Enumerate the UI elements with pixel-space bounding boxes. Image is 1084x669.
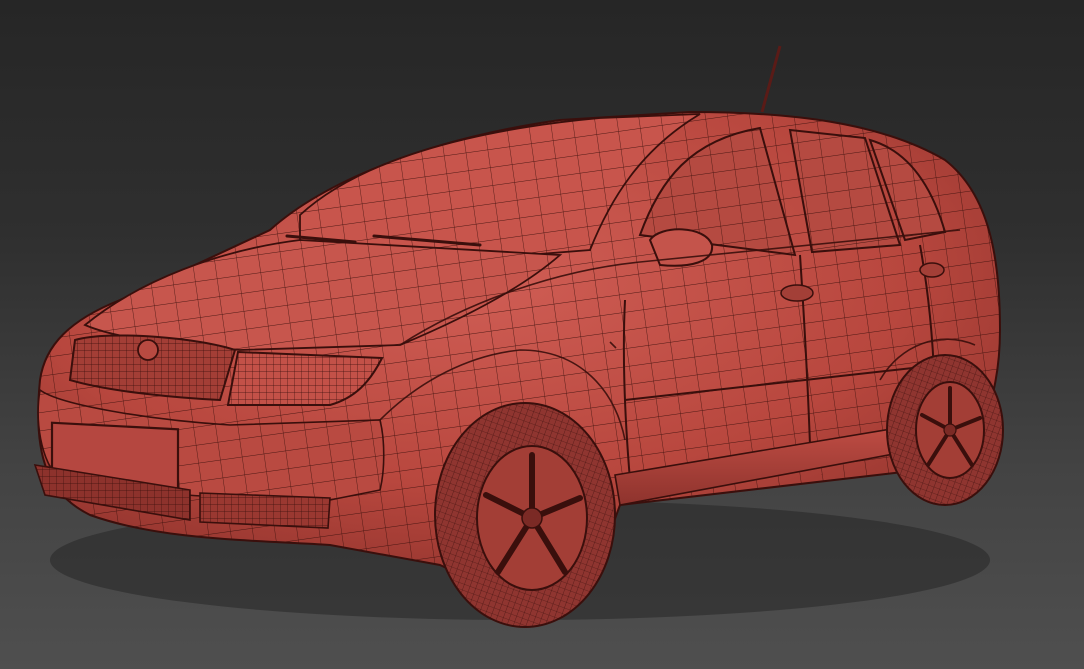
car-wireframe-render	[33, 45, 1004, 628]
viewport-3d[interactable]	[0, 0, 1084, 669]
rear-door-handle	[919, 262, 945, 278]
antenna	[760, 45, 782, 113]
front-door-handle	[780, 284, 814, 302]
rear-wheel	[886, 354, 1004, 506]
brand-badge-icon	[137, 339, 159, 361]
front-wheel	[434, 402, 616, 628]
